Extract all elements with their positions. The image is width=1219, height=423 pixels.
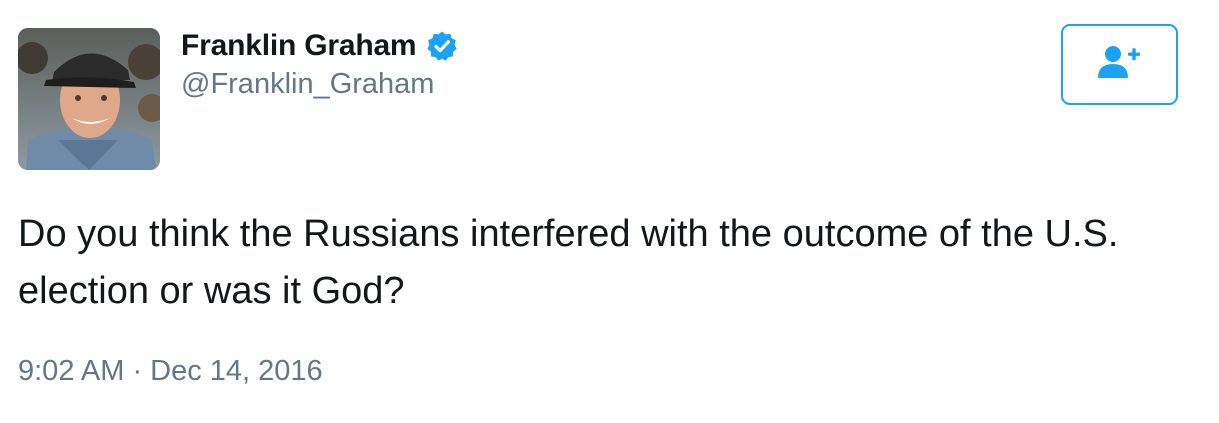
tweet-card: Franklin Graham @Franklin_Graham Do you … xyxy=(0,0,1219,423)
display-name[interactable]: Franklin Graham xyxy=(181,29,417,63)
name-row: Franklin Graham xyxy=(181,26,458,66)
follow-user-plus-icon xyxy=(1097,45,1142,84)
user-handle[interactable]: @Franklin_Graham xyxy=(181,68,434,101)
tweet-text: Do you think the Russians interfered wit… xyxy=(18,213,1119,312)
avatar[interactable] xyxy=(18,28,160,170)
verified-badge-icon xyxy=(426,30,458,62)
avatar-photo xyxy=(18,28,160,170)
tweet-timestamp[interactable]: 9:02 AM · Dec 14, 2016 xyxy=(18,355,323,388)
follow-button[interactable] xyxy=(1061,24,1178,105)
